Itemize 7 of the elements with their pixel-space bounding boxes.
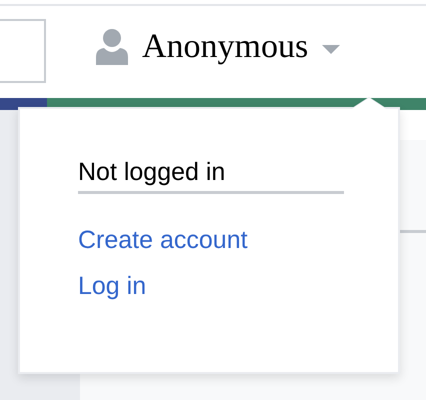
username-button[interactable]: Anonymous bbox=[142, 28, 308, 66]
search-field[interactable] bbox=[0, 19, 46, 83]
menu-heading: Not logged in bbox=[78, 157, 344, 194]
caret-icon[interactable] bbox=[322, 44, 340, 54]
menu-link[interactable]: Create account bbox=[78, 224, 248, 256]
user-icon bbox=[96, 29, 128, 65]
menu-link[interactable]: Log in bbox=[78, 270, 146, 302]
